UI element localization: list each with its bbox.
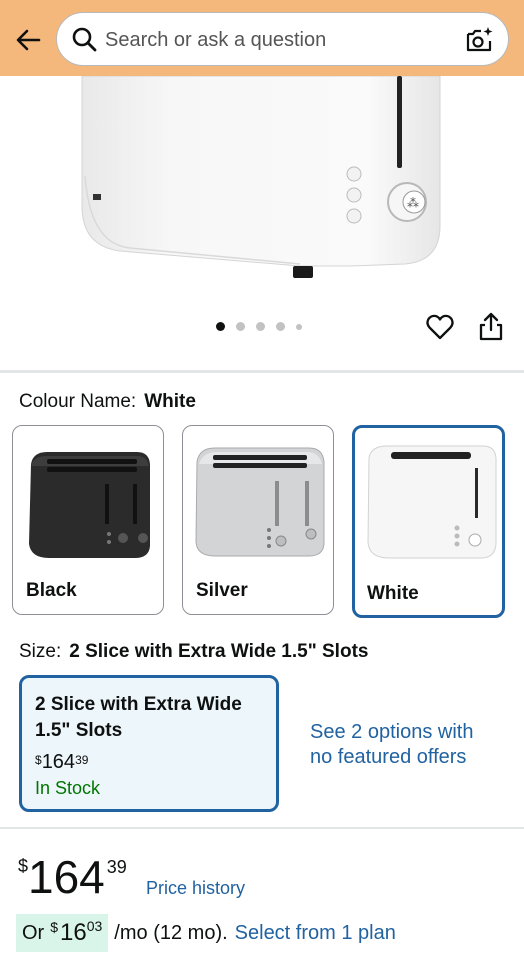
search-placeholder: Search or ask a question — [105, 29, 327, 51]
share-icon[interactable] — [478, 311, 504, 341]
monthly-currency: $ — [50, 919, 59, 935]
monthly-payment-row: Or $16 03 /mo (12 mo). Select from 1 plan — [16, 914, 396, 952]
size-option-price: $16439 — [35, 751, 88, 774]
select-plan-link[interactable]: Select from 1 plan — [235, 922, 396, 945]
colour-option-label: Black — [26, 580, 77, 601]
size-price-fraction: 39 — [75, 753, 89, 767]
monthly-price-highlight: Or $16 03 — [16, 914, 109, 952]
camera-search-icon[interactable] — [464, 25, 494, 55]
carousel-dots[interactable] — [216, 322, 302, 331]
monthly-fraction: 03 — [86, 918, 103, 934]
price-currency: $ — [18, 856, 29, 876]
main-price: $164 39 — [18, 852, 127, 902]
carousel-dot[interactable] — [256, 322, 265, 331]
carousel-dot-active[interactable] — [216, 322, 225, 331]
see-options-link[interactable]: See 2 options with no featured offers — [310, 720, 500, 770]
carousel-dot[interactable] — [296, 323, 302, 330]
colour-option-white[interactable]: White — [352, 425, 505, 618]
monthly-term: /mo (12 mo). — [114, 921, 228, 944]
monthly-whole: 16 — [60, 919, 87, 946]
price-history-link[interactable]: Price history — [146, 878, 245, 899]
top-search-bar: Search or ask a question — [0, 0, 524, 76]
size-option-card[interactable]: 2 Slice with Extra Wide 1.5" Slots $1643… — [19, 675, 279, 812]
back-arrow-icon[interactable] — [10, 22, 46, 58]
toaster-white-image — [367, 445, 497, 559]
size-selected-value: 2 Slice with Extra Wide 1.5" Slots — [69, 641, 369, 662]
product-image[interactable]: ⁂ — [0, 76, 524, 286]
colour-option-silver[interactable]: Silver — [182, 425, 334, 615]
price-fraction: 39 — [106, 857, 127, 877]
colour-option-label: Silver — [196, 580, 248, 601]
search-input[interactable]: Search or ask a question — [56, 12, 509, 66]
carousel-dot[interactable] — [276, 322, 285, 331]
colour-selected-value: White — [144, 391, 196, 412]
colour-option-label: White — [367, 583, 419, 604]
colour-name-row: Colour Name: White — [19, 391, 196, 413]
toaster-black-image — [29, 452, 150, 558]
size-row: Size: 2 Slice with Extra Wide 1.5" Slots — [19, 641, 368, 663]
svg-text:⁂: ⁂ — [407, 196, 419, 210]
search-icon — [72, 27, 97, 52]
stock-status: In Stock — [35, 778, 101, 798]
monthly-prefix: Or — [22, 921, 45, 944]
section-divider — [0, 827, 524, 829]
carousel-dot[interactable] — [236, 322, 245, 331]
price-whole: 164 — [28, 851, 105, 903]
heart-icon[interactable] — [425, 312, 455, 342]
colour-label: Colour Name: — [19, 391, 137, 412]
toaster-silver-image — [195, 447, 325, 557]
size-label: Size: — [19, 641, 62, 662]
colour-option-black[interactable]: Black — [12, 425, 164, 615]
size-price-whole: 164 — [41, 751, 76, 773]
section-divider — [0, 370, 524, 373]
size-option-title: 2 Slice with Extra Wide 1.5" Slots — [35, 694, 242, 741]
size-price-currency: $ — [35, 753, 42, 767]
